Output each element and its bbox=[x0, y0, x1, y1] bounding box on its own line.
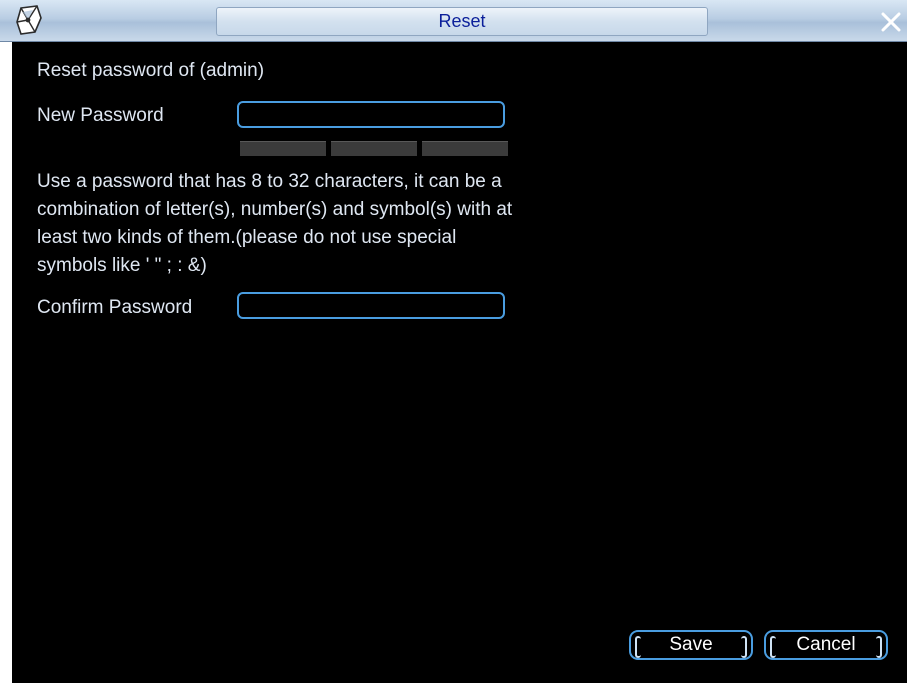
confirm-password-field[interactable] bbox=[237, 292, 505, 319]
password-hint: Use a password that has 8 to 32 characte… bbox=[37, 171, 513, 276]
new-password-field[interactable] bbox=[237, 101, 505, 128]
strength-bar-segment bbox=[240, 141, 326, 156]
strength-bar-segment bbox=[422, 141, 508, 156]
reset-heading: Reset password of (admin) bbox=[37, 60, 265, 81]
close-icon[interactable] bbox=[880, 11, 902, 33]
strength-bar-segment bbox=[331, 141, 417, 156]
app-logo-icon bbox=[16, 5, 42, 35]
dialog-body: Reset password of (admin) New Password U… bbox=[10, 42, 907, 683]
reset-dialog: Reset Reset password of (admin) New Pass… bbox=[0, 0, 907, 686]
title-pill: Reset bbox=[216, 7, 708, 36]
save-button[interactable]: Save bbox=[629, 630, 753, 660]
save-button-label: Save bbox=[669, 634, 713, 655]
title-bar[interactable]: Reset bbox=[0, 0, 907, 42]
confirm-password-label: Confirm Password bbox=[37, 297, 193, 318]
dialog-title: Reset bbox=[438, 11, 486, 31]
new-password-label: New Password bbox=[37, 105, 164, 126]
cancel-button[interactable]: Cancel bbox=[764, 630, 888, 660]
cancel-button-label: Cancel bbox=[796, 634, 856, 655]
